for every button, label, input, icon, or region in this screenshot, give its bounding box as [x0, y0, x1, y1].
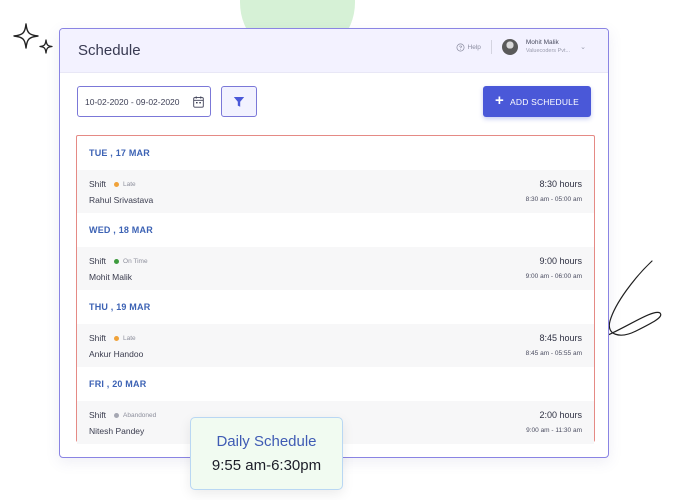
filter-icon: [233, 96, 245, 107]
day-group: TUE , 17 MAR Shift Late Rahul Srivastava…: [77, 136, 594, 213]
shift-label: Shift: [89, 179, 107, 189]
shift-label: Shift: [89, 256, 107, 266]
day-header: FRI , 20 MAR: [89, 379, 147, 389]
sparkle-icon: [13, 23, 53, 54]
schedule-row[interactable]: Shift On Time Mohit Malik 9:00 hours 9:0…: [77, 247, 594, 290]
help-link[interactable]: Help: [456, 43, 481, 52]
shift-time-range: 9:00 am - 11:30 am: [526, 427, 582, 434]
shift-line: Shift On Time: [89, 256, 148, 266]
add-schedule-label: ADD SCHEDULE: [509, 96, 579, 107]
header-divider: [490, 40, 492, 54]
help-label: Help: [467, 43, 481, 51]
toolbar: 10-02-2020 - 09-02-2020 + ADD SCHEDULE: [77, 86, 591, 118]
employee-name: Mohit Malik: [89, 272, 132, 282]
calendar-icon[interactable]: [193, 96, 204, 108]
filter-button[interactable]: [221, 86, 257, 117]
day-header: WED , 18 MAR: [89, 225, 153, 235]
schedule-list: TUE , 17 MAR Shift Late Rahul Srivastava…: [76, 135, 595, 444]
daily-schedule-card: Daily Schedule 9:55 am-6:30pm: [190, 417, 343, 490]
employee-name: Ankur Handoo: [89, 349, 144, 359]
shift-hours: 8:45 hours: [539, 333, 582, 343]
status-badge: Late: [114, 335, 136, 342]
shift-line: Shift Late: [89, 333, 136, 343]
employee-name: Nitesh Pandey: [89, 426, 145, 436]
shift-hours: 8:30 hours: [539, 179, 582, 189]
status-label: Late: [123, 334, 136, 342]
day-header: TUE , 17 MAR: [89, 148, 150, 158]
shift-line: Shift Late: [89, 179, 136, 189]
chevron-down-icon[interactable]: ⌄: [580, 43, 586, 51]
status-dot-icon: [114, 258, 120, 264]
shift-time-range: 8:30 am - 05:00 am: [525, 196, 582, 203]
shift-time-range: 9:00 am - 06:00 am: [525, 273, 582, 280]
status-badge: Abandoned: [114, 412, 156, 419]
page-title: Schedule: [78, 42, 141, 59]
shift-label: Shift: [89, 333, 107, 343]
schedule-row[interactable]: Shift Late Rahul Srivastava 8:30 hours 8…: [77, 170, 594, 213]
add-schedule-button[interactable]: + ADD SCHEDULE: [483, 86, 591, 117]
user-name: Mohit Malik: [525, 39, 559, 46]
shift-line: Shift Abandoned: [89, 410, 156, 420]
day-header: THU , 19 MAR: [89, 302, 151, 312]
avatar[interactable]: [501, 39, 518, 55]
day-group: THU , 19 MAR Shift Late Ankur Handoo 8:4…: [77, 290, 594, 367]
employee-name: Rahul Srivastava: [89, 195, 154, 205]
header-actions: Help Mohit Malik Valuecoders Pvt... ⌄: [456, 39, 586, 55]
user-menu[interactable]: Mohit Malik Valuecoders Pvt...: [526, 39, 570, 55]
help-icon: [456, 43, 464, 51]
daily-schedule-title: Daily Schedule: [216, 433, 317, 450]
schedule-window: Schedule Help Mohit Malik Valuecoders Pv…: [59, 28, 609, 458]
status-label: On Time: [123, 257, 148, 265]
shift-hours: 9:00 hours: [539, 256, 582, 266]
status-dot-icon: [114, 335, 120, 341]
status-badge: Late: [114, 181, 136, 188]
status-label: Abandoned: [123, 411, 157, 419]
daily-schedule-time: 9:55 am-6:30pm: [211, 457, 322, 474]
schedule-row[interactable]: Shift Late Ankur Handoo 8:45 hours 8:45 …: [77, 324, 594, 367]
status-dot-icon: [114, 181, 120, 187]
shift-hours: 2:00 hours: [539, 410, 582, 420]
shift-time-range: 8:45 am - 05:55 am: [525, 350, 582, 357]
status-dot-icon: [114, 412, 120, 418]
date-range-value: 10-02-2020 - 09-02-2020: [85, 96, 180, 107]
status-label: Late: [123, 180, 136, 188]
window-header: Schedule Help Mohit Malik Valuecoders Pv…: [60, 29, 608, 73]
plus-icon: +: [495, 92, 504, 109]
shift-label: Shift: [89, 410, 107, 420]
day-group: WED , 18 MAR Shift On Time Mohit Malik 9…: [77, 213, 594, 290]
user-org: Valuecoders Pvt...: [525, 48, 571, 54]
status-badge: On Time: [114, 258, 148, 265]
date-range-field[interactable]: 10-02-2020 - 09-02-2020: [77, 86, 211, 117]
